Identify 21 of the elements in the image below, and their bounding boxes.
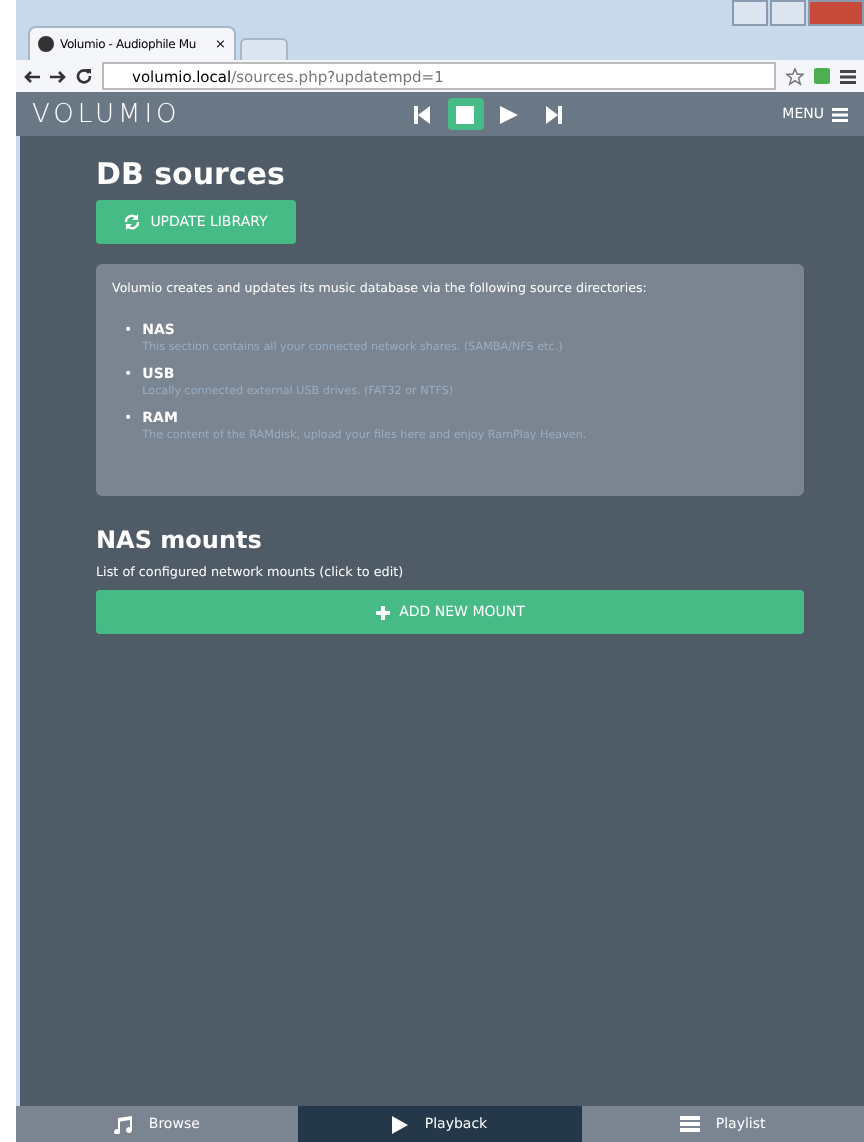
reload-icon[interactable] xyxy=(76,68,92,84)
favicon-icon xyxy=(38,36,54,52)
next-icon xyxy=(545,105,562,123)
play-icon xyxy=(500,105,519,123)
list-icon xyxy=(679,1116,700,1132)
forward-icon[interactable] xyxy=(50,69,66,83)
back-icon[interactable] xyxy=(24,69,40,83)
section-title: NAS mounts xyxy=(96,526,264,554)
star-icon[interactable] xyxy=(786,67,804,85)
window-controls-drawing[interactable] xyxy=(732,0,864,26)
page-title: DB sources xyxy=(96,156,287,192)
stop-icon xyxy=(456,105,475,123)
logo: VOLUMIO xyxy=(32,99,183,129)
list-icon xyxy=(832,107,848,121)
previous-icon xyxy=(413,105,430,123)
play-icon xyxy=(392,1115,409,1133)
refresh-icon xyxy=(124,214,141,230)
stop-button[interactable] xyxy=(447,98,484,130)
music-note-icon xyxy=(114,1115,133,1133)
plus-icon xyxy=(375,605,390,619)
menu-icon[interactable] xyxy=(840,69,856,83)
